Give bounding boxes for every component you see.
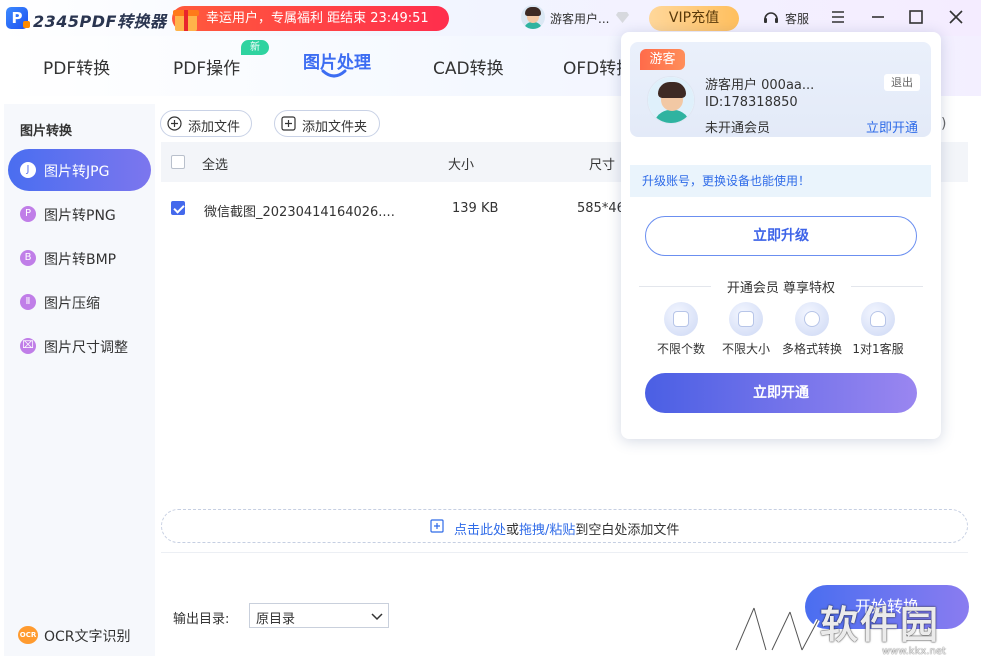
jpg-icon: J	[20, 162, 36, 178]
watermark-url: www.kkx.net	[882, 646, 946, 657]
account-card: 游客 游客用户 000aa... ID:178318850 未开通会员 退出 立…	[630, 42, 931, 137]
avatar	[521, 5, 545, 29]
sidebar-item-label: 图片转JPG	[44, 164, 110, 180]
sidebar-item-compress[interactable]: Ⅱ 图片压缩	[8, 281, 151, 323]
perk-title: 开通会员 尊享特权	[621, 277, 941, 296]
sidebar: 图片转换 J 图片转JPG P 图片转PNG B 图片转BMP Ⅱ 图片压缩 ⌧…	[4, 104, 155, 656]
plus-circle-icon	[167, 116, 182, 131]
add-folder-label: 添加文件夹	[302, 120, 368, 135]
sidebar-heading: 图片转换	[20, 124, 73, 139]
promo-text: 幸运用户，专属福利 距结束 23:49:51	[206, 11, 429, 26]
sidebar-item-to-png[interactable]: P 图片转PNG	[8, 193, 151, 235]
headset-icon	[764, 12, 778, 23]
output-dir-select[interactable]: 原目录	[249, 603, 389, 628]
sidebar-item-label: 图片压缩	[44, 296, 100, 312]
new-badge: 新	[241, 40, 269, 55]
account-popup: 游客 游客用户 000aa... ID:178318850 未开通会员 退出 立…	[621, 32, 941, 439]
tab-pdf-convert[interactable]: PDF转换	[43, 54, 110, 79]
output-dir-label: 输出目录:	[173, 612, 230, 627]
file-dimension: 585*46	[577, 201, 625, 216]
add-folder-button[interactable]: 添加文件夹	[274, 110, 380, 137]
file-name: 微信截图_20230414164026....	[204, 205, 395, 220]
watermark: 软件园 www.kkx.net	[732, 594, 981, 660]
app-logo-icon: P	[6, 7, 30, 29]
perk-unlimited-size: 不限大小	[716, 302, 776, 358]
membership-status: 未开通会员	[705, 121, 771, 136]
partial-text: )	[941, 116, 947, 132]
click-here-link[interactable]: 点击此处	[454, 523, 506, 538]
guest-badge: 游客	[640, 49, 685, 70]
user-name: 游客用户...	[550, 12, 610, 26]
account-id: ID:178318850	[705, 95, 798, 110]
account-name: 游客用户 000aa...	[705, 78, 815, 93]
bmp-icon: B	[20, 250, 36, 266]
document-size-icon	[729, 302, 763, 336]
upgrade-tip: 升级账号，更换设备也能使用！	[630, 165, 931, 197]
sidebar-item-label: 图片转PNG	[44, 208, 116, 224]
plus-square-icon	[281, 116, 296, 131]
png-icon: P	[20, 206, 36, 222]
select-all-label: 全选	[202, 158, 229, 173]
sidebar-item-label: 图片转BMP	[44, 252, 117, 268]
sidebar-item-to-jpg[interactable]: J 图片转JPG	[8, 149, 151, 191]
drop-zone-text: 点击此处或拖拽/粘贴到空白处添加文件	[454, 519, 679, 538]
open-membership-button[interactable]: 立即开通	[645, 373, 917, 413]
perk-unlimited-count: 不限个数	[651, 302, 711, 358]
drop-zone-suffix: 到空白处添加文件	[575, 523, 680, 538]
dimension-header: 尺寸	[589, 158, 616, 173]
open-membership-link[interactable]: 立即开通	[866, 117, 918, 136]
minimize-icon[interactable]	[869, 8, 887, 26]
perk-label: 不限个数	[656, 342, 705, 356]
select-all-checkbox[interactable]	[171, 155, 185, 169]
ocr-icon: OCR	[18, 626, 38, 644]
logout-button[interactable]: 退出	[884, 74, 920, 91]
close-icon[interactable]	[947, 8, 965, 26]
drop-zone[interactable]: 点击此处或拖拽/粘贴到空白处添加文件	[161, 509, 968, 543]
size-header: 大小	[448, 158, 475, 173]
gift-icon	[172, 3, 200, 32]
resize-icon: ⌧	[20, 338, 36, 354]
maximize-icon[interactable]	[907, 8, 925, 26]
perk-label: 多格式转换	[782, 342, 843, 356]
title-bar: P 2345PDF转换器 幸运用户，专属福利 距结束 23:49:51 游客用户…	[0, 0, 981, 36]
add-file-button[interactable]: 添加文件	[160, 110, 252, 137]
watermark-text: 软件园	[820, 603, 941, 647]
perk-label: 不限大小	[721, 342, 770, 356]
tab-cad-convert[interactable]: CAD转换	[433, 54, 504, 79]
sidebar-item-label: 图片尺寸调整	[44, 340, 128, 356]
service-label: 客服	[785, 12, 810, 26]
row-checkbox[interactable]	[171, 201, 185, 215]
drag-paste-link[interactable]: 拖拽/粘贴	[519, 523, 575, 538]
add-file-label: 添加文件	[188, 120, 241, 135]
tab-pdf-operations[interactable]: PDF操作	[173, 54, 240, 79]
compress-icon: Ⅱ	[20, 294, 36, 310]
headset-icon	[861, 302, 895, 336]
upgrade-button[interactable]: 立即升级	[645, 216, 917, 256]
add-document-icon	[430, 519, 444, 533]
drop-zone-or: 或	[506, 523, 520, 538]
chevron-down-icon	[371, 613, 383, 621]
perk-one-on-one-service: 1对1客服	[848, 302, 908, 358]
menu-icon[interactable]	[829, 8, 847, 26]
diamond-icon	[616, 12, 629, 23]
active-tab-indicator	[321, 69, 347, 78]
watermark-logo-icon	[734, 607, 820, 651]
ocr-label: OCR文字识别	[44, 629, 131, 645]
promo-banner[interactable]: 幸运用户，专属福利 距结束 23:49:51	[172, 6, 449, 31]
avatar	[647, 76, 695, 124]
output-dir-value: 原目录	[256, 612, 296, 627]
files-icon	[664, 302, 698, 336]
app-name: 2345PDF转换器	[33, 12, 167, 31]
file-size: 139 KB	[452, 201, 499, 216]
perk-label: 1对1客服	[852, 342, 904, 356]
sidebar-item-to-bmp[interactable]: B 图片转BMP	[8, 237, 151, 279]
convert-icon	[795, 302, 829, 336]
vip-recharge-button[interactable]: VIP充值	[649, 6, 739, 31]
sidebar-item-resize[interactable]: ⌧ 图片尺寸调整	[8, 325, 151, 367]
perk-multi-format: 多格式转换	[782, 302, 842, 358]
divider	[161, 552, 968, 553]
